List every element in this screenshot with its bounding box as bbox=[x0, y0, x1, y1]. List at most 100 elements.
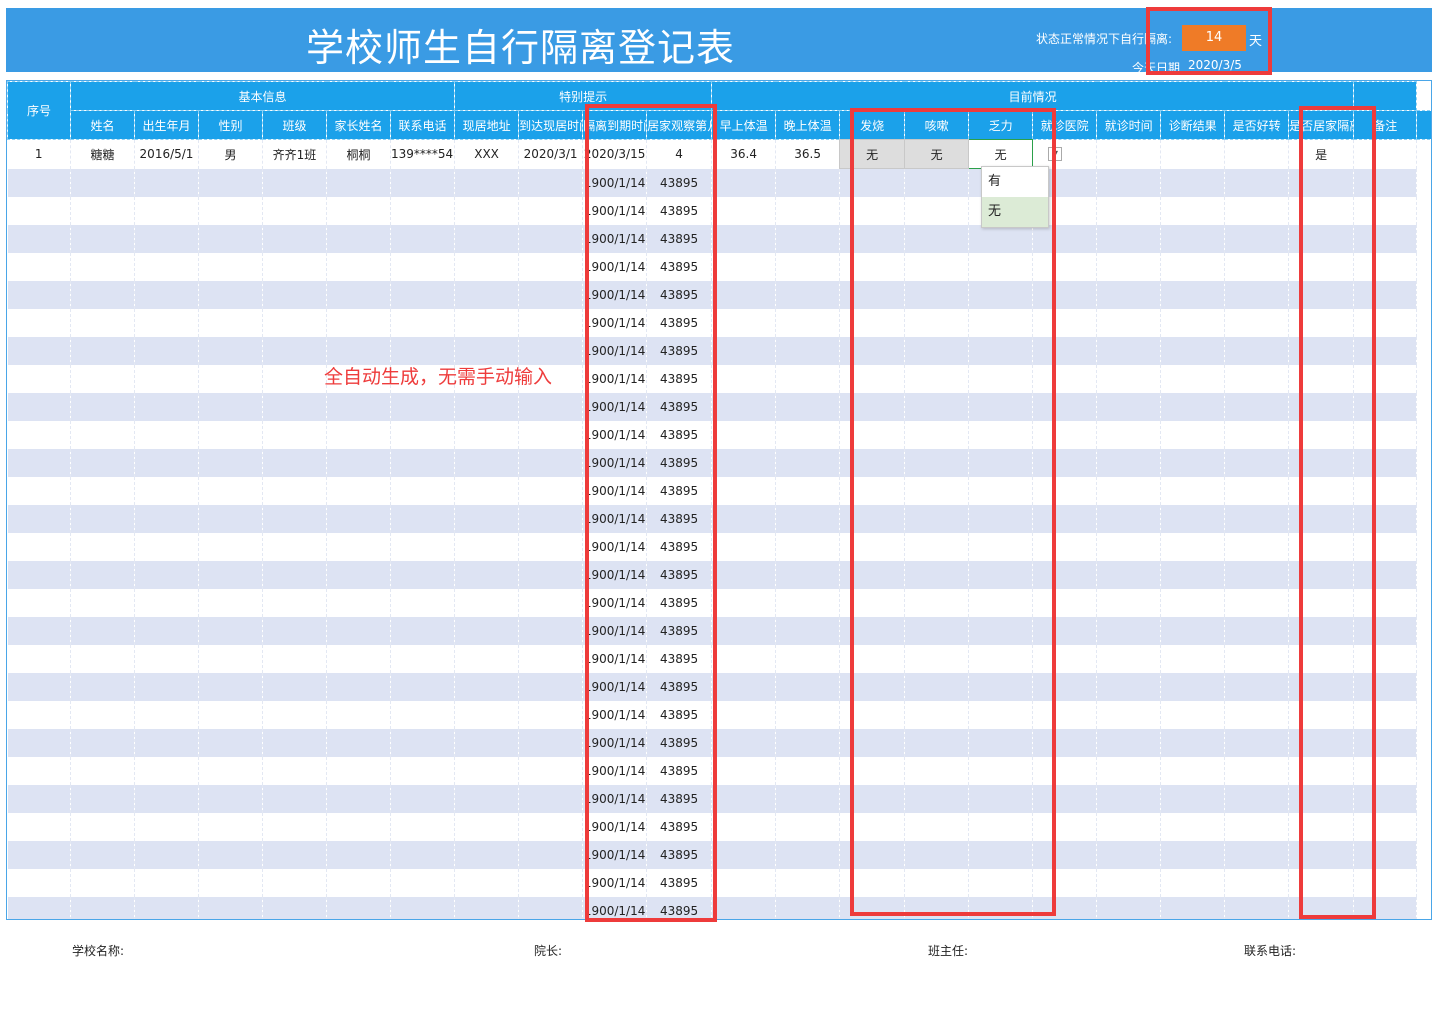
table-cell[interactable] bbox=[711, 449, 777, 477]
table-cell[interactable] bbox=[1224, 393, 1290, 421]
table-cell[interactable] bbox=[1160, 309, 1226, 337]
table-cell[interactable] bbox=[1160, 785, 1226, 813]
table-cell[interactable] bbox=[198, 701, 263, 729]
table-cell[interactable] bbox=[1160, 393, 1226, 421]
table-cell[interactable] bbox=[134, 393, 199, 421]
table-cell[interactable] bbox=[134, 589, 199, 617]
table-cell[interactable] bbox=[134, 477, 199, 505]
cell-improved[interactable] bbox=[1224, 139, 1290, 169]
table-cell[interactable] bbox=[198, 841, 263, 869]
table-cell[interactable] bbox=[454, 393, 520, 421]
table-cell[interactable] bbox=[775, 589, 841, 617]
table-cell[interactable] bbox=[134, 449, 199, 477]
table-cell[interactable] bbox=[70, 197, 135, 225]
table-cell[interactable] bbox=[518, 785, 584, 813]
table-cell[interactable] bbox=[70, 309, 135, 337]
table-cell[interactable] bbox=[198, 533, 263, 561]
table-cell[interactable] bbox=[262, 785, 327, 813]
table-cell[interactable] bbox=[711, 281, 777, 309]
table-cell[interactable] bbox=[134, 841, 199, 869]
table-cell[interactable] bbox=[1160, 281, 1226, 309]
table-cell[interactable] bbox=[326, 617, 391, 645]
table-cell[interactable] bbox=[775, 477, 841, 505]
cell-gender[interactable]: 男 bbox=[198, 139, 263, 169]
table-cell[interactable] bbox=[1224, 225, 1290, 253]
table-cell[interactable] bbox=[454, 561, 520, 589]
table-cell[interactable] bbox=[390, 309, 456, 337]
table-cell[interactable] bbox=[711, 589, 777, 617]
table-cell[interactable] bbox=[134, 785, 199, 813]
table-cell[interactable] bbox=[711, 673, 777, 701]
col-header[interactable]: 到达现居时间 bbox=[518, 110, 584, 140]
table-cell[interactable] bbox=[454, 449, 520, 477]
table-cell[interactable] bbox=[775, 617, 841, 645]
table-cell[interactable] bbox=[454, 309, 520, 337]
cell-phone[interactable]: 139****5487 bbox=[390, 139, 456, 169]
table-cell[interactable] bbox=[262, 813, 327, 841]
table-cell[interactable] bbox=[518, 813, 584, 841]
col-header[interactable]: 是否好转 bbox=[1224, 110, 1290, 140]
table-cell[interactable] bbox=[1096, 505, 1162, 533]
table-cell[interactable] bbox=[326, 168, 391, 197]
table-cell[interactable] bbox=[326, 281, 391, 309]
table-cell[interactable] bbox=[711, 617, 777, 645]
table-cell[interactable] bbox=[1160, 168, 1226, 197]
table-cell[interactable] bbox=[1160, 813, 1226, 841]
table-cell[interactable] bbox=[198, 561, 263, 589]
table-cell[interactable] bbox=[390, 197, 456, 225]
table-cell[interactable] bbox=[390, 533, 456, 561]
table-cell[interactable] bbox=[775, 813, 841, 841]
table-cell[interactable] bbox=[134, 197, 199, 225]
table-cell[interactable] bbox=[1224, 421, 1290, 449]
table-cell[interactable] bbox=[454, 757, 520, 785]
table-cell[interactable] bbox=[1096, 589, 1162, 617]
table-cell[interactable] bbox=[454, 421, 520, 449]
table-cell[interactable] bbox=[711, 168, 777, 197]
table-cell[interactable] bbox=[7, 645, 71, 673]
table-cell[interactable] bbox=[70, 449, 135, 477]
table-cell[interactable] bbox=[1160, 701, 1226, 729]
table-cell[interactable] bbox=[1096, 785, 1162, 813]
table-cell[interactable] bbox=[198, 393, 263, 421]
table-cell[interactable] bbox=[7, 197, 71, 225]
table-cell[interactable] bbox=[1224, 477, 1290, 505]
table-cell[interactable] bbox=[1096, 701, 1162, 729]
table-cell[interactable] bbox=[454, 477, 520, 505]
table-cell[interactable] bbox=[454, 813, 520, 841]
table-cell[interactable] bbox=[262, 869, 327, 897]
table-cell[interactable] bbox=[198, 477, 263, 505]
table-cell[interactable] bbox=[326, 589, 391, 617]
table-cell[interactable] bbox=[198, 897, 263, 919]
table-cell[interactable] bbox=[70, 757, 135, 785]
table-cell[interactable] bbox=[1160, 673, 1226, 701]
table-cell[interactable] bbox=[326, 253, 391, 281]
table-cell[interactable] bbox=[198, 589, 263, 617]
table-cell[interactable] bbox=[711, 253, 777, 281]
table-cell[interactable] bbox=[326, 225, 391, 253]
table-cell[interactable] bbox=[326, 729, 391, 757]
table-cell[interactable] bbox=[775, 897, 841, 919]
table-cell[interactable] bbox=[1160, 589, 1226, 617]
table-cell[interactable] bbox=[390, 281, 456, 309]
table-cell[interactable] bbox=[70, 869, 135, 897]
table-cell[interactable] bbox=[198, 505, 263, 533]
table-cell[interactable] bbox=[7, 477, 71, 505]
table-cell[interactable] bbox=[1224, 841, 1290, 869]
table-cell[interactable] bbox=[1224, 505, 1290, 533]
cell-diagnosis[interactable] bbox=[1160, 139, 1226, 169]
table-cell[interactable] bbox=[711, 561, 777, 589]
table-cell[interactable] bbox=[390, 561, 456, 589]
cell-arrive[interactable]: 2020/3/1 bbox=[518, 139, 584, 169]
table-cell[interactable] bbox=[134, 168, 199, 197]
table-cell[interactable] bbox=[775, 841, 841, 869]
table-cell[interactable] bbox=[775, 533, 841, 561]
table-cell[interactable] bbox=[775, 168, 841, 197]
table-cell[interactable] bbox=[454, 337, 520, 365]
table-cell[interactable] bbox=[70, 897, 135, 919]
table-cell[interactable] bbox=[390, 841, 456, 869]
table-cell[interactable] bbox=[1096, 253, 1162, 281]
table-cell[interactable] bbox=[134, 757, 199, 785]
table-cell[interactable] bbox=[70, 589, 135, 617]
table-cell[interactable] bbox=[7, 841, 71, 869]
table-cell[interactable] bbox=[775, 673, 841, 701]
